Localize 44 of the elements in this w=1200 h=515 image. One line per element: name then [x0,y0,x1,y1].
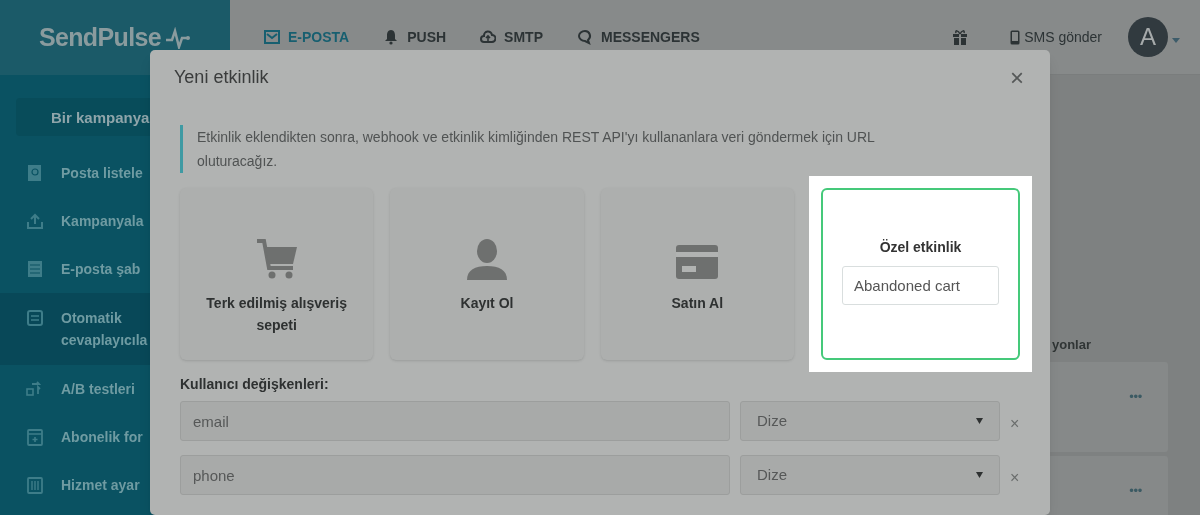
person-icon [465,238,509,280]
upload-icon [26,212,44,230]
document-icon [26,260,44,278]
type-dropdown[interactable]: Dize [740,401,1000,441]
event-name-field[interactable]: Abandoned cart [842,266,999,305]
pulse-icon [165,26,192,49]
cloud-upload-icon [480,29,497,45]
phone-icon [1010,29,1021,45]
variable-name-field[interactable]: email [180,401,730,441]
cart-icon [254,238,299,280]
modal-title: Yeni etkinlik [174,66,269,89]
nav-tab[interactable]: SMTP [480,26,543,48]
remove-button[interactable]: × [1010,466,1020,490]
sms-button[interactable]: SMS gönder [1010,26,1102,48]
mail-icon [264,29,280,45]
variables-label: Kullanıcı değişkenleri: [180,375,330,394]
nav-tab[interactable]: PUSH [383,26,447,48]
nav-tab[interactable]: MESSENGERS [577,26,700,48]
book-icon [26,164,44,182]
credit-card-icon [675,244,720,280]
event-card[interactable]: Satın Al [600,188,794,360]
event-card[interactable]: Kayıt Ol [390,188,584,360]
gift-icon[interactable] [952,29,969,45]
type-dropdown[interactable]: Dize [740,455,1000,495]
form-icon [26,428,44,446]
caret-icon [976,418,983,424]
close-button[interactable]: × [1010,65,1024,90]
avatar[interactable]: A [1128,17,1168,57]
nav-tab[interactable]: E-POSTA [264,26,350,48]
more-menu[interactable]: ••• [1129,390,1142,400]
bell-icon [383,29,400,45]
logo-text: SendPulse [38,21,162,53]
swap-icon [26,380,44,398]
column-label: yonlar [1052,336,1091,354]
variable-name-field[interactable]: phone [180,455,730,495]
more-menu[interactable]: ••• [1129,484,1142,494]
sliders-icon [26,476,44,494]
remove-button[interactable]: × [1010,412,1020,436]
chat-icon [577,29,593,45]
info-note: Etkinlik eklendikten sonra, webhook ve etkinlik kimliğinden REST API'yı kullananlara veri göndermek için URL oluturacağız. [180,125,1020,173]
event-card[interactable]: Özel etkinlik Abandoned cart [821,188,1020,360]
caret-icon [976,472,983,478]
caret-icon[interactable] [1172,37,1180,43]
event-card[interactable]: Terk edilmiş alışveriş sepeti [180,188,374,360]
